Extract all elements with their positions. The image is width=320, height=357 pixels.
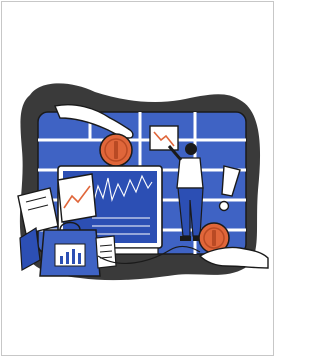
coin-icon [99, 133, 133, 167]
financial-analytics-illustration [17, 83, 269, 281]
chart-card-icon [149, 125, 179, 151]
bag-icon [39, 221, 101, 277]
